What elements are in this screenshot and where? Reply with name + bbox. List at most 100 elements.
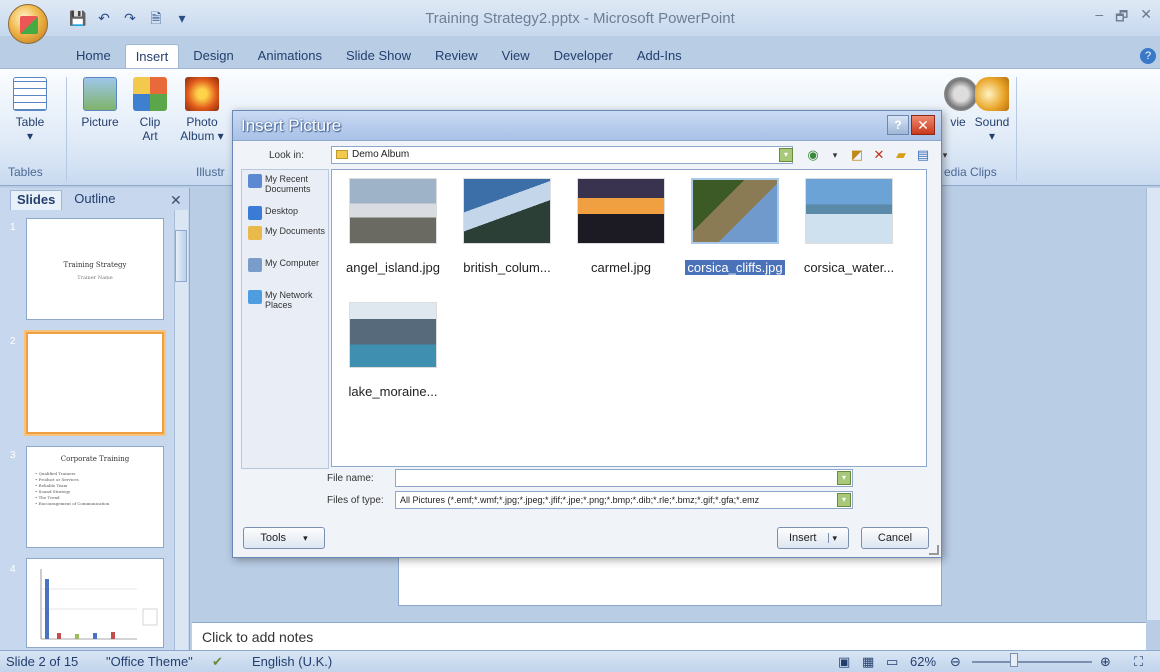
close-window-button[interactable]: ✕ [1140,6,1152,30]
file-name: angel_island.jpg [346,260,440,275]
slide-bullet: • Encouragement of Communication [35,501,110,506]
table-button[interactable]: Table ▾ [8,77,52,143]
scrollbar-thumb[interactable] [175,230,187,282]
minimize-button[interactable]: – [1095,6,1103,30]
dialog-close-button[interactable]: ✕ [911,115,935,135]
slide-thumbnail-selected[interactable] [26,332,164,434]
slide-sorter-icon[interactable]: ▦ [862,654,874,670]
file-item[interactable]: carmel.jpg [564,172,678,275]
clip-art-label-1: Clip [139,115,161,129]
notes-pane[interactable]: Click to add notes [192,622,1146,650]
tab-review[interactable]: Review [425,44,488,68]
tab-design[interactable]: Design [183,44,243,68]
dialog-help-button[interactable]: ? [887,115,909,135]
group-separator [1016,77,1017,181]
tools-dropdown-icon: ▾ [303,533,308,543]
normal-view-icon[interactable]: ▣ [838,654,850,670]
new-slide-icon[interactable]: 🗎 [146,9,166,27]
tab-developer[interactable]: Developer [544,44,623,68]
tab-animations[interactable]: Animations [248,44,332,68]
save-icon[interactable]: 💾 [68,9,88,27]
photo-album-button[interactable]: Photo Album ▾ [176,77,228,143]
zoom-slider-thumb[interactable] [1010,653,1018,667]
close-pane-icon[interactable]: ✕ [170,192,182,209]
files-of-type-dropdown-icon[interactable]: ▾ [837,493,851,507]
delete-icon[interactable]: ✕ [871,147,887,163]
group-separator [66,77,67,181]
spell-check-icon[interactable]: ✔ [212,654,223,670]
file-item[interactable]: british_colum... [450,172,564,275]
undo-icon[interactable]: ↶ [94,9,114,27]
redo-icon[interactable]: ↷ [120,9,140,27]
slide-thumbnail[interactable]: Training Strategy Trainer Name [26,218,164,320]
customize-qat-icon[interactable]: ▾ [172,9,192,27]
tab-insert[interactable]: Insert [124,44,180,68]
look-in-select[interactable]: Demo Album [331,146,793,164]
up-one-level-icon[interactable]: ◩ [849,147,865,163]
file-item[interactable]: angel_island.jpg [336,172,450,275]
language-indicator[interactable]: English (U.K.) [252,654,332,669]
restore-button[interactable]: 🗗 [1115,6,1128,30]
file-thumbnail [463,178,551,244]
tab-home[interactable]: Home [66,44,121,68]
back-icon[interactable]: ◉ [805,147,821,163]
file-item[interactable]: lake_moraine... [336,296,450,399]
tab-add-ins[interactable]: Add-Ins [627,44,692,68]
file-name-dropdown-icon[interactable]: ▾ [837,471,851,485]
slide-subtitle: Trainer Name [77,275,113,281]
look-in-dropdown-icon[interactable]: ▾ [779,148,793,162]
sound-button[interactable]: Sound ▾ [970,77,1014,143]
file-thumbnail [349,302,437,368]
insert-button[interactable]: Insert ▾ [777,527,849,549]
files-of-type-select[interactable]: All Pictures (*.emf;*.wmf;*.jpg;*.jpeg;*… [395,491,853,509]
file-thumbnail [805,178,893,244]
picture-button[interactable]: Picture [74,77,126,129]
tools-button[interactable]: Tools ▾ [243,527,325,549]
place-my-computer[interactable]: My Computer [248,258,328,272]
clip-art-label-2: Art [142,129,158,143]
tab-slide-show[interactable]: Slide Show [336,44,421,68]
fit-to-window-icon[interactable]: ⛶ [1134,654,1143,670]
zoom-out-icon[interactable]: ⊖ [950,654,961,670]
place-my-network-places[interactable]: My Network Places [248,290,328,310]
resize-grip[interactable] [929,545,939,555]
recent-documents-icon [248,174,262,188]
zoom-level[interactable]: 62% [910,654,936,669]
clip-art-button[interactable]: Clip Art [130,77,170,143]
dialog-title-bar[interactable]: Insert Picture ? ✕ [233,111,941,141]
movie-button[interactable]: vie [944,77,978,129]
look-in-label: Look in: [269,150,305,161]
slide-show-icon[interactable]: ▭ [886,654,898,670]
zoom-in-icon[interactable]: ⊕ [1100,654,1111,670]
tab-outline[interactable]: Outline [68,190,121,210]
file-item-selected[interactable]: corsica_cliffs.jpg [678,172,792,275]
table-icon [13,77,47,111]
cancel-button[interactable]: Cancel [861,527,929,549]
group-media-clips-label: edia Clips [944,165,997,179]
views-icon[interactable]: ▤ [915,147,931,163]
help-icon[interactable]: ? [1140,48,1156,64]
slide-thumbnail[interactable]: Corporate Training • Qualified Trainers … [26,446,164,548]
file-name-input[interactable] [395,469,853,487]
insert-dropdown-icon[interactable]: ▾ [827,533,838,543]
theme-name[interactable]: "Office Theme" [106,654,193,669]
tab-view[interactable]: View [492,44,540,68]
file-item[interactable]: corsica_water... [792,172,906,275]
place-desktop[interactable]: Desktop [248,206,328,220]
slide-thumbnail[interactable] [26,558,164,648]
window-title: Training Strategy2.pptx - Microsoft Powe… [425,10,735,27]
slide-scrollbar[interactable] [1146,188,1160,620]
place-label: Desktop [265,206,299,216]
slides-pane-tabs: Slides Outline [10,190,122,210]
my-computer-icon [248,258,262,272]
place-my-recent-documents[interactable]: My Recent Documents [248,174,328,194]
file-name: british_colum... [463,260,551,275]
office-button[interactable] [8,4,48,44]
new-folder-icon[interactable]: ▰ [893,147,909,163]
photo-album-label-1: Photo [186,115,218,129]
chart-thumbnail-icon [40,569,158,640]
zoom-slider[interactable] [972,661,1092,663]
tab-slides[interactable]: Slides [10,190,63,210]
slide-number: 1 [10,222,16,233]
place-my-documents[interactable]: My Documents [248,226,328,240]
